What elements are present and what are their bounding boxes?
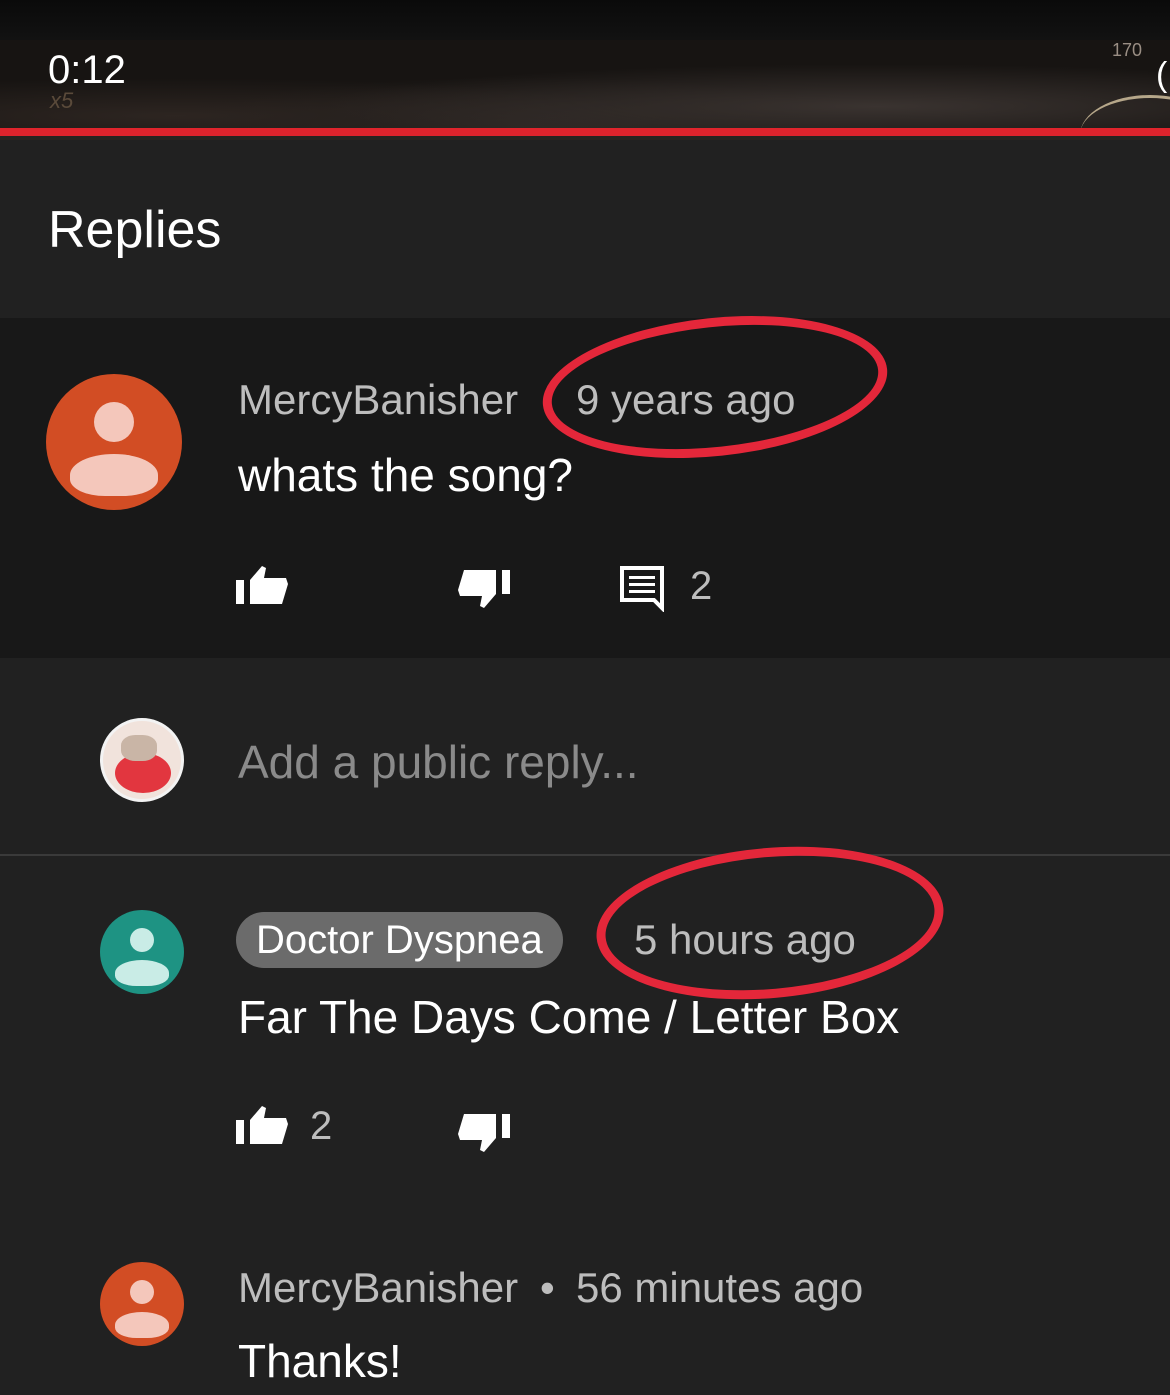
reply-input[interactable]: Add a public reply... (238, 735, 639, 789)
like-count: 2 (310, 1104, 333, 1148)
replies-screen: 0:12 x5 170 ( Replies MercyBanisher 9 ye… (0, 0, 1170, 1395)
thumbs-down-icon[interactable] (456, 1112, 510, 1154)
avatar-head (130, 1280, 154, 1304)
annotation-circle (590, 833, 950, 1013)
video-timestamp: 0:12 (48, 48, 126, 92)
avatar[interactable] (100, 910, 184, 994)
user-avatar (100, 718, 184, 802)
reply-count: 2 (690, 564, 713, 608)
avatar-body (115, 960, 169, 986)
comment-text: Thanks! (238, 1335, 402, 1387)
comment-text: Far The Days Come / Letter Box (238, 991, 900, 1043)
thumbs-up-icon[interactable] (236, 564, 290, 606)
avatar[interactable] (46, 374, 182, 510)
video-overlay-multiplier: x5 (50, 88, 74, 113)
avatar-picture-face (121, 735, 157, 761)
comment-author[interactable]: MercyBanisher (238, 1264, 518, 1312)
avatar-head (130, 928, 154, 952)
video-overlay-glyph: ( (1156, 56, 1168, 94)
thumbs-down-icon[interactable] (456, 568, 510, 610)
comment-timestamp: 56 minutes ago (576, 1264, 864, 1311)
avatar-body (115, 1312, 169, 1338)
meta-separator: • (540, 1264, 555, 1311)
author-badge[interactable]: Doctor Dyspnea (236, 912, 563, 968)
thumbs-up-icon[interactable] (236, 1104, 290, 1146)
comment-author[interactable]: MercyBanisher (238, 376, 518, 424)
video-player[interactable]: 0:12 x5 170 ( (0, 0, 1170, 140)
page-title: Replies (48, 201, 222, 259)
video-frame (0, 40, 1170, 135)
video-progress-bar[interactable] (0, 128, 1170, 136)
comment-text: whats the song? (238, 449, 574, 501)
replies-header: Replies (0, 140, 1170, 318)
video-overlay-number: 170 (1112, 40, 1143, 60)
divider (0, 854, 1170, 856)
comment-icon[interactable] (620, 566, 666, 612)
avatar-body (70, 454, 158, 496)
avatar[interactable] (100, 1262, 184, 1346)
avatar-head (94, 402, 134, 442)
